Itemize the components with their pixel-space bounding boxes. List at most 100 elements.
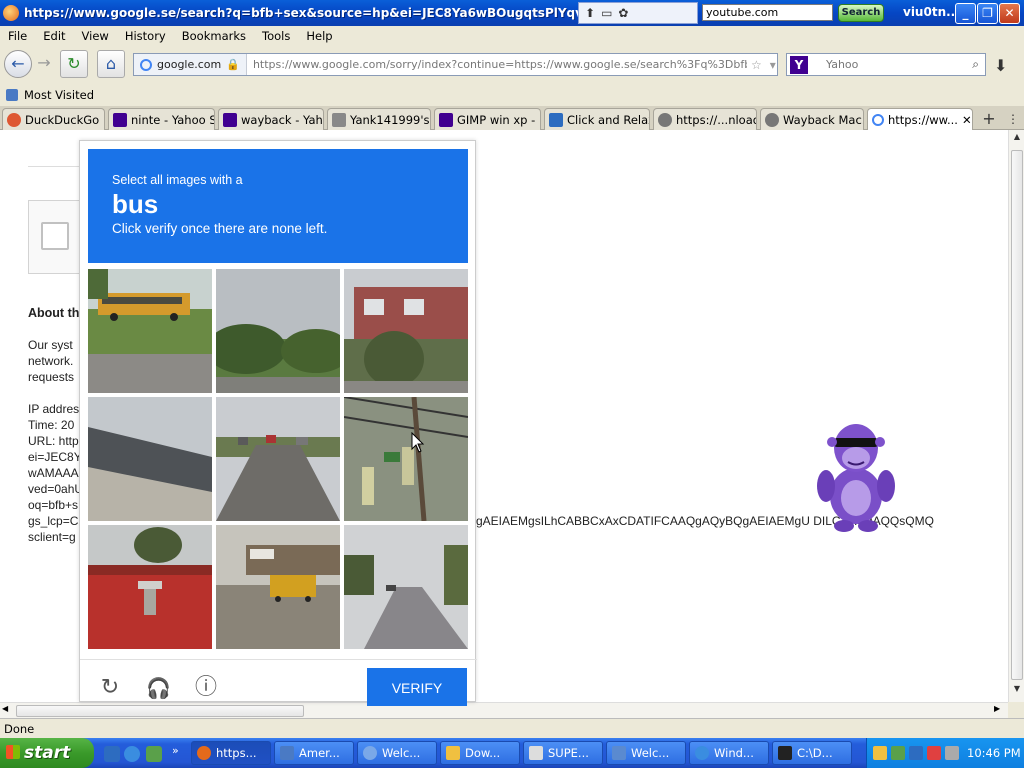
menu-file[interactable]: File <box>0 29 35 43</box>
home-button[interactable]: ⌂ <box>97 50 125 78</box>
tab-wayback-machine[interactable]: Wayback Mac... <box>760 108 864 130</box>
verify-button[interactable]: VERIFY <box>367 668 467 706</box>
menu-tools[interactable]: Tools <box>254 29 298 43</box>
tray-network-icon[interactable] <box>891 746 905 760</box>
image-tile[interactable] <box>344 269 468 393</box>
image-tile[interactable] <box>88 525 212 649</box>
new-tab-button[interactable]: + <box>978 109 1000 129</box>
task-label: Dow... <box>465 746 501 760</box>
task-super[interactable]: SUPE... <box>523 741 603 765</box>
audio-challenge-icon[interactable]: 🎧 <box>146 676 171 700</box>
start-button[interactable]: start <box>0 738 94 768</box>
tab-yahoo-wayback[interactable]: wayback - Yah... <box>218 108 324 130</box>
arrow-icon[interactable]: ⬆ <box>585 6 595 20</box>
quicklaunch-media-icon[interactable] <box>146 746 162 762</box>
most-visited-link[interactable]: Most Visited <box>24 88 94 102</box>
task-label: Welc... <box>382 746 421 760</box>
image-tile[interactable] <box>88 397 212 521</box>
reload-challenge-icon[interactable]: ↻ <box>98 676 122 700</box>
dropdown-icon[interactable]: ▾ <box>770 58 776 72</box>
scroll-right-icon[interactable]: ▶ <box>994 704 1000 713</box>
tab-downloads[interactable]: https://...nloads/ <box>653 108 757 130</box>
task-welcome-1[interactable]: Welc... <box>357 741 437 765</box>
tab-yank[interactable]: Yank141999's ... <box>327 108 431 130</box>
scroll-down-icon[interactable]: ▼ <box>1011 684 1023 698</box>
menu-view[interactable]: View <box>74 29 117 43</box>
toolbar-search-button[interactable]: Search <box>838 4 884 22</box>
clock[interactable]: 10:46 PM <box>967 746 1021 760</box>
folder-icon <box>446 746 460 760</box>
info-line: Our syst <box>28 338 73 352</box>
tab-label: ninte - Yahoo S... <box>131 112 214 127</box>
monitor-icon[interactable]: ▭ <box>601 6 612 20</box>
search-placeholder: Yahoo <box>826 58 859 71</box>
tab-click-relax[interactable]: Click and Relax... <box>544 108 650 130</box>
close-button[interactable]: ✕ <box>999 3 1020 24</box>
tab-duckduckgo[interactable]: DuckDuckGo ... <box>2 108 105 130</box>
image-tile[interactable] <box>216 397 340 521</box>
task-windows[interactable]: Wind... <box>689 741 769 765</box>
tab-google-active[interactable]: https://ww... ✕ <box>867 108 973 131</box>
scrollbar-thumb[interactable] <box>16 705 304 717</box>
scrollbar-thumb[interactable] <box>1011 150 1023 680</box>
info-line: IP addres <box>28 402 80 416</box>
image-tile[interactable] <box>216 269 340 393</box>
recaptcha-challenge: Select all images with a bus Click verif… <box>79 140 477 706</box>
maximize-button[interactable]: ❐ <box>977 3 998 24</box>
tab-list-icon[interactable]: ⋮ <box>1002 109 1024 129</box>
search-engine-box[interactable]: Y Yahoo ⌕ <box>786 53 986 76</box>
toolbar-addon-strip: ⬆ ▭ ✿ <box>578 2 698 24</box>
quicklaunch-overflow-icon[interactable]: » <box>172 744 179 757</box>
image-tile[interactable] <box>344 525 468 649</box>
menu-edit[interactable]: Edit <box>35 29 73 43</box>
scroll-left-icon[interactable]: ◀ <box>2 704 8 713</box>
info-line[interactable]: URL: http <box>28 434 79 448</box>
tab-close-icon[interactable]: ✕ <box>962 113 972 127</box>
site-identity[interactable]: google.com 🔒 <box>134 54 247 75</box>
toolbar-search-input[interactable] <box>702 4 833 21</box>
windows-logo-icon <box>6 745 20 759</box>
yahoo-icon[interactable]: Y <box>790 55 808 74</box>
quicklaunch-desktop-icon[interactable] <box>104 746 120 762</box>
task-welcome-2[interactable]: Welc... <box>606 741 686 765</box>
download-icon[interactable]: ⬇ <box>994 56 1007 75</box>
task-downloads[interactable]: Dow... <box>440 741 520 765</box>
task-firefox[interactable]: https... <box>191 741 271 765</box>
messenger-icon[interactable]: ✿ <box>618 6 628 20</box>
horizontal-scrollbar[interactable]: ◀ ▶ <box>0 702 1008 718</box>
tray-helper-icon[interactable] <box>873 746 887 760</box>
ie-icon <box>695 746 709 760</box>
search-magnifier-icon[interactable]: ⌕ <box>972 57 979 72</box>
tab-yahoo-ninte[interactable]: ninte - Yahoo S... <box>108 108 215 130</box>
task-7zip[interactable]: C:\D... <box>772 741 852 765</box>
minimize-button[interactable]: _ <box>955 3 976 24</box>
tab-gimp[interactable]: GIMP win xp - ... <box>434 108 541 130</box>
recaptcha-checkbox[interactable] <box>41 222 69 250</box>
menu-bookmarks[interactable]: Bookmarks <box>174 29 254 43</box>
url-text[interactable]: https://www.google.com/sorry/index?conti… <box>247 58 747 71</box>
back-button[interactable]: ← <box>4 50 32 78</box>
yahoo-icon <box>439 112 453 127</box>
address-bar[interactable]: google.com 🔒 https://www.google.com/sorr… <box>133 53 778 76</box>
image-tile[interactable] <box>344 397 468 521</box>
reload-button[interactable]: ↻ <box>60 50 88 78</box>
forward-button[interactable]: → <box>30 50 58 78</box>
tray-security-icon[interactable] <box>927 746 941 760</box>
tab-label: DuckDuckGo ... <box>25 112 105 127</box>
menu-help[interactable]: Help <box>298 29 340 43</box>
tray-app-icon[interactable] <box>909 746 923 760</box>
image-tile[interactable] <box>88 269 212 393</box>
bookmark-star-icon[interactable]: ☆ <box>751 58 762 72</box>
vertical-scrollbar[interactable]: ▲ ▼ <box>1008 130 1024 702</box>
image-tile[interactable] <box>216 525 340 649</box>
scroll-up-icon[interactable]: ▲ <box>1011 132 1023 146</box>
task-label: SUPE... <box>548 746 589 760</box>
quicklaunch-ie-icon[interactable] <box>124 746 140 762</box>
bonzi-buddy-gorilla[interactable] <box>814 418 898 534</box>
task-ameri[interactable]: Amer... <box>274 741 354 765</box>
info-challenge-icon[interactable]: ⓘ <box>194 676 218 700</box>
menu-history[interactable]: History <box>117 29 174 43</box>
info-line: ved=0ahU <box>28 482 84 496</box>
app-icon <box>363 746 377 760</box>
tray-volume-icon[interactable] <box>945 746 959 760</box>
